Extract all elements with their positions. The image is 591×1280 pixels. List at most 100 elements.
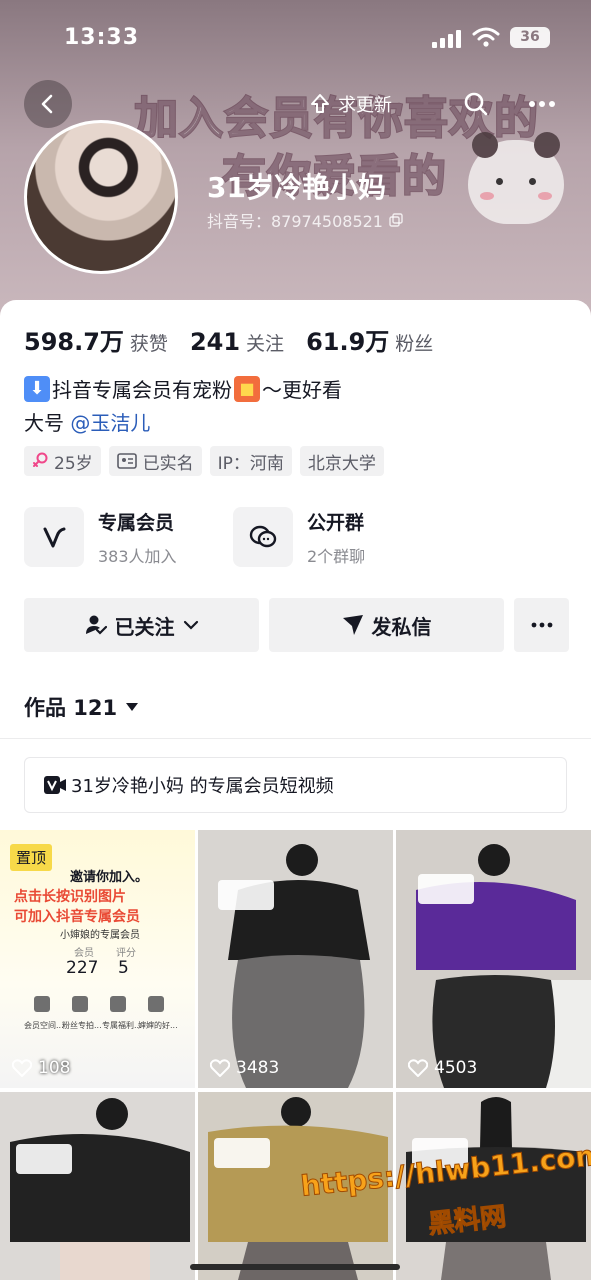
pinned-badge: 置顶 bbox=[10, 844, 53, 871]
vip-videos-text: 31岁冷艳小妈 的专属会员短视频 bbox=[71, 776, 334, 797]
bear-sticker-icon bbox=[468, 132, 564, 224]
search-icon bbox=[464, 92, 488, 116]
gift-emoji-icon: ■ bbox=[234, 375, 260, 402]
video-thumbnail[interactable] bbox=[0, 1092, 195, 1280]
heart-icon bbox=[210, 1059, 230, 1077]
followed-button[interactable]: 已关注 bbox=[24, 598, 259, 652]
video-thumbnail[interactable]: 邀请你加入。 点击长按识别图片 可加入抖音专属会员 小婶娘的专属会员 会员 22… bbox=[0, 830, 195, 1088]
avatar[interactable] bbox=[24, 120, 182, 274]
promo-stat2-value: 5 bbox=[118, 958, 129, 978]
following-count[interactable]: 241 bbox=[190, 328, 240, 356]
id-card-icon bbox=[116, 453, 137, 469]
membership-subtitle: 383人加入 bbox=[98, 546, 177, 566]
group-subtitle: 2个群聊 bbox=[307, 546, 366, 566]
video-figure-image bbox=[396, 830, 591, 1088]
promo-stat2-label: 评分 bbox=[116, 948, 136, 959]
avatar-image bbox=[24, 120, 178, 274]
video-thumbnail[interactable]: 4503 bbox=[396, 830, 591, 1088]
status-bar: 13:33 36 bbox=[0, 22, 591, 58]
promo-menu-icon bbox=[72, 996, 88, 1012]
promo-menu-label: 专属福利... bbox=[102, 1021, 142, 1030]
heart-icon bbox=[408, 1059, 428, 1077]
likes-label: 获赞 bbox=[129, 333, 168, 355]
promo-menu-icon bbox=[110, 996, 126, 1012]
tag-age: 25岁 bbox=[24, 446, 101, 476]
bio-text-1-end: ～更好看 bbox=[262, 378, 342, 402]
chevron-down-icon bbox=[183, 620, 198, 630]
promo-menu-label: 婶婶的好... bbox=[138, 1021, 178, 1030]
more-dots-icon bbox=[529, 101, 555, 107]
promo-subtitle: 小婶娘的专属会员 bbox=[60, 930, 140, 941]
bio-line-2: 大号 @玉洁儿 bbox=[24, 407, 150, 436]
tab-divider bbox=[0, 738, 591, 739]
followers-count[interactable]: 61.9万 bbox=[306, 322, 389, 357]
profile-nickname: 31岁冷艳小妈 bbox=[207, 171, 386, 204]
profile-actions: 已关注 发私信 bbox=[24, 598, 569, 652]
exclusive-membership-entry[interactable]: 专属会员 383人加入 bbox=[24, 506, 177, 568]
send-icon bbox=[342, 615, 363, 635]
following-label[interactable]: 关注 bbox=[246, 329, 284, 356]
video-likes-count: 4503 bbox=[434, 1058, 478, 1078]
douyin-id-text: 抖音号：87974508521 bbox=[207, 212, 383, 231]
tag-school[interactable]: 北京大学 bbox=[299, 446, 384, 476]
heart-icon bbox=[12, 1059, 32, 1077]
profile-stats: 598.7万 获赞 241 关注 61.9万 粉丝 bbox=[24, 322, 455, 357]
bio-text-2: 大号 bbox=[24, 411, 64, 435]
tag-school-text: 北京大学 bbox=[307, 453, 376, 474]
tag-ip: IP：河南 bbox=[209, 446, 292, 476]
group-chat-icon bbox=[233, 507, 293, 567]
tag-verified: 已实名 bbox=[108, 446, 202, 476]
promo-menu-icon bbox=[34, 996, 50, 1012]
tag-ip-text: IP：河南 bbox=[217, 453, 284, 474]
send-message-button[interactable]: 发私信 bbox=[269, 598, 504, 652]
promo-line-2: 可加入抖音专属会员 bbox=[14, 909, 140, 925]
works-tab[interactable]: 作品 121 bbox=[24, 692, 139, 722]
video-likes-count: 3483 bbox=[236, 1058, 280, 1078]
more-dots-icon bbox=[531, 622, 552, 628]
tag-age-text: 25岁 bbox=[54, 453, 93, 474]
promo-menu-label: 粉丝专拍... bbox=[62, 1021, 102, 1030]
copy-icon[interactable] bbox=[389, 213, 403, 227]
douyin-id[interactable]: 抖音号：87974508521 bbox=[207, 208, 403, 232]
caret-down-icon bbox=[126, 703, 139, 711]
user-check-icon bbox=[85, 615, 107, 635]
likes-count: 598.7万 bbox=[24, 328, 124, 356]
video-likes: 108 bbox=[12, 1058, 70, 1078]
promo-invite: 邀请你加入。 bbox=[70, 870, 149, 885]
female-icon bbox=[33, 452, 48, 467]
mention-link[interactable]: @玉洁儿 bbox=[70, 411, 150, 435]
video-thumbnail[interactable]: 3483 bbox=[198, 830, 393, 1088]
promo-line-1: 点击长按识别图片 bbox=[14, 889, 126, 905]
chevron-left-icon bbox=[41, 94, 53, 114]
request-update-label: 求更新 bbox=[338, 95, 392, 116]
public-group-entry[interactable]: 公开群 2个群聊 bbox=[233, 506, 365, 568]
update-request-icon bbox=[311, 94, 329, 113]
promo-menu-label: 会员空间... bbox=[24, 1021, 64, 1030]
video-figure-image bbox=[198, 830, 393, 1088]
home-indicator[interactable] bbox=[190, 1264, 400, 1270]
profile-tags: 25岁 已实名 IP：河南 北京大学 bbox=[24, 446, 384, 476]
search-button[interactable] bbox=[458, 86, 494, 122]
comment-card bbox=[218, 880, 274, 910]
comment-card bbox=[16, 1144, 72, 1174]
bio-line-1: ⬇ 抖音专属会员有宠粉 ■ ～更好看 bbox=[24, 374, 342, 403]
followers-label[interactable]: 粉丝 bbox=[395, 329, 433, 356]
more-options-button[interactable] bbox=[524, 86, 560, 122]
vip-videos-bar[interactable]: 31岁冷艳小妈 的专属会员短视频 bbox=[24, 757, 567, 813]
send-message-label: 发私信 bbox=[371, 614, 432, 639]
promo-menu-icon bbox=[148, 996, 164, 1012]
cellular-signal-icon bbox=[432, 30, 461, 48]
request-update-button[interactable]: 求更新 bbox=[298, 83, 408, 125]
promo-stat1-value: 227 bbox=[66, 958, 99, 978]
status-time: 13:33 bbox=[64, 25, 140, 50]
comment-card bbox=[418, 874, 474, 904]
group-title: 公开群 bbox=[307, 511, 365, 534]
battery-indicator: 36 bbox=[510, 27, 550, 48]
wifi-icon bbox=[472, 27, 500, 47]
down-arrow-emoji-icon: ⬇ bbox=[24, 375, 50, 402]
video-likes-count: 108 bbox=[38, 1058, 71, 1078]
video-likes: 4503 bbox=[408, 1058, 477, 1078]
membership-v-icon bbox=[24, 507, 84, 567]
more-actions-button[interactable] bbox=[514, 598, 569, 652]
video-likes: 3483 bbox=[210, 1058, 279, 1078]
